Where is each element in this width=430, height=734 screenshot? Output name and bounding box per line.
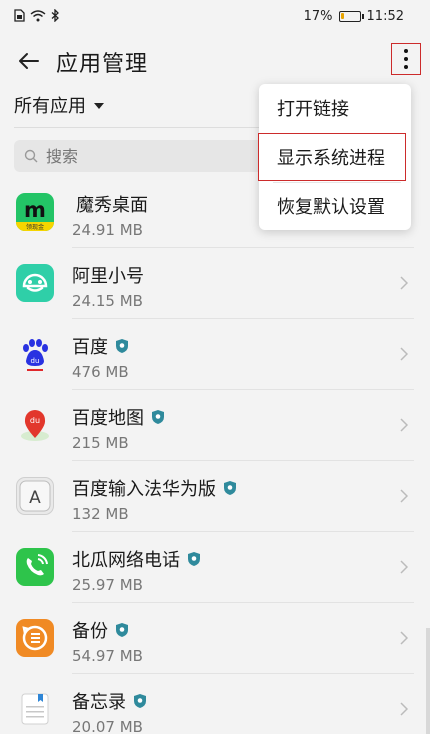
app-bar: 应用管理 (0, 34, 430, 90)
status-icons-left (14, 9, 60, 22)
moxiu-icon-letter: m (24, 198, 46, 222)
app-size: 132 MB (72, 505, 129, 523)
menu-item-show-system-processes[interactable]: 显示系统进程 (258, 133, 406, 181)
app-size: 24.15 MB (72, 292, 143, 310)
status-icons-right: 17% 11:52 (304, 9, 404, 24)
app-name: 备份 (72, 617, 128, 643)
app-name: 百度输入法华为版 (72, 475, 236, 501)
app-row-baidu-input[interactable]: A 百度输入法华为版 132 MB (0, 461, 430, 532)
wifi-icon (30, 9, 46, 21)
battery-percent: 17% (303, 9, 333, 24)
app-row-backup[interactable]: 备份 54.97 MB (0, 603, 430, 674)
chevron-right-icon (400, 560, 408, 574)
menu-item-label: 打开链接 (277, 99, 349, 120)
app-row-beigua-phone[interactable]: 北瓜网络电话 25.97 MB (0, 532, 430, 603)
baidu-app-icon: du (16, 335, 54, 373)
baidu-input-app-icon: A (16, 477, 54, 515)
beigua-phone-app-icon (16, 548, 54, 586)
moxiu-icon-badge: 领现金 (26, 223, 44, 231)
more-vert-icon-dot (404, 65, 408, 69)
app-name: 百度 (72, 333, 128, 359)
menu-item-label: 显示系统进程 (277, 148, 385, 169)
app-name: 备忘录 (72, 688, 146, 714)
notepad-app-icon (16, 690, 54, 728)
page-title: 应用管理 (56, 52, 149, 77)
app-name-text: 阿里小号 (72, 266, 144, 287)
app-name-text: 百度输入法华为版 (72, 479, 216, 500)
baidu-icon-text: du (31, 357, 40, 365)
overflow-menu: 打开链接 显示系统进程 恢复默认设置 (258, 84, 411, 230)
app-size: 25.97 MB (72, 576, 143, 594)
battery-icon (338, 11, 364, 22)
app-size: 215 MB (72, 434, 129, 452)
scroll-edge (426, 628, 430, 734)
app-name-text: 备忘录 (72, 692, 126, 713)
back-arrow-icon[interactable] (14, 46, 44, 76)
menu-item-restore-defaults[interactable]: 恢复默认设置 (259, 182, 411, 230)
search-input[interactable] (46, 146, 246, 166)
verified-shield-icon (188, 552, 200, 566)
app-name-text: 备份 (72, 621, 108, 642)
verified-shield-icon (116, 623, 128, 637)
more-options-button[interactable] (391, 43, 421, 75)
app-name: 魔秀桌面 (76, 191, 148, 217)
app-name-text: 百度 (72, 337, 108, 358)
app-name-text: 北瓜网络电话 (72, 550, 180, 571)
app-name: 北瓜网络电话 (72, 546, 200, 572)
verified-shield-icon (224, 481, 236, 495)
chevron-right-icon (400, 489, 408, 503)
verified-shield-icon (152, 410, 164, 424)
more-vert-icon-dot (404, 49, 408, 53)
baidu-map-app-icon: du (16, 406, 54, 444)
app-row-baidu-map[interactable]: du 百度地图 215 MB (0, 390, 430, 461)
app-name: 百度地图 (72, 404, 164, 430)
bluetooth-icon (51, 9, 59, 22)
app-filter-dropdown[interactable]: 所有应用 (14, 92, 104, 118)
app-row-alixiaohao[interactable]: 阿里小号 24.15 MB (0, 248, 430, 319)
baidu-map-icon-text: du (30, 416, 40, 425)
search-icon (24, 149, 38, 163)
moxiu-app-icon: m 领现金 (16, 193, 54, 231)
chevron-right-icon (400, 631, 408, 645)
more-vert-icon-dot (404, 57, 408, 61)
clock: 11:52 (366, 9, 404, 24)
app-name-text: 魔秀桌面 (76, 195, 148, 216)
verified-shield-icon (134, 694, 146, 708)
chevron-right-icon (400, 276, 408, 290)
chevron-right-icon (400, 702, 408, 716)
caret-down-icon (94, 103, 104, 109)
battery-level-fill (340, 13, 344, 19)
status-bar: 17% 11:52 (0, 0, 430, 34)
app-size: 20.07 MB (72, 718, 143, 734)
app-row-baidu[interactable]: du 百度 476 MB (0, 319, 430, 390)
app-size: 54.97 MB (72, 647, 143, 665)
app-size: 24.91 MB (72, 221, 143, 239)
app-row-notepad[interactable]: 备忘录 20.07 MB (0, 674, 430, 734)
app-list: m 领现金 魔秀桌面 24.91 MB 阿里小号 24.15 MB du 百度 … (0, 177, 430, 734)
baidu-input-icon-letter: A (29, 488, 41, 508)
divider (14, 127, 264, 128)
menu-item-open-links[interactable]: 打开链接 (259, 84, 411, 132)
search-box[interactable] (14, 140, 264, 172)
sim-card-icon (14, 9, 25, 22)
alixiaohao-app-icon (16, 264, 54, 302)
app-name-text: 百度地图 (72, 408, 144, 429)
verified-shield-icon (116, 339, 128, 353)
app-size: 476 MB (72, 363, 129, 381)
backup-app-icon (16, 619, 54, 657)
chevron-right-icon (400, 418, 408, 432)
chevron-right-icon (400, 347, 408, 361)
menu-item-label: 恢复默认设置 (277, 197, 385, 218)
app-name: 阿里小号 (72, 262, 144, 288)
filter-label: 所有应用 (14, 96, 86, 117)
